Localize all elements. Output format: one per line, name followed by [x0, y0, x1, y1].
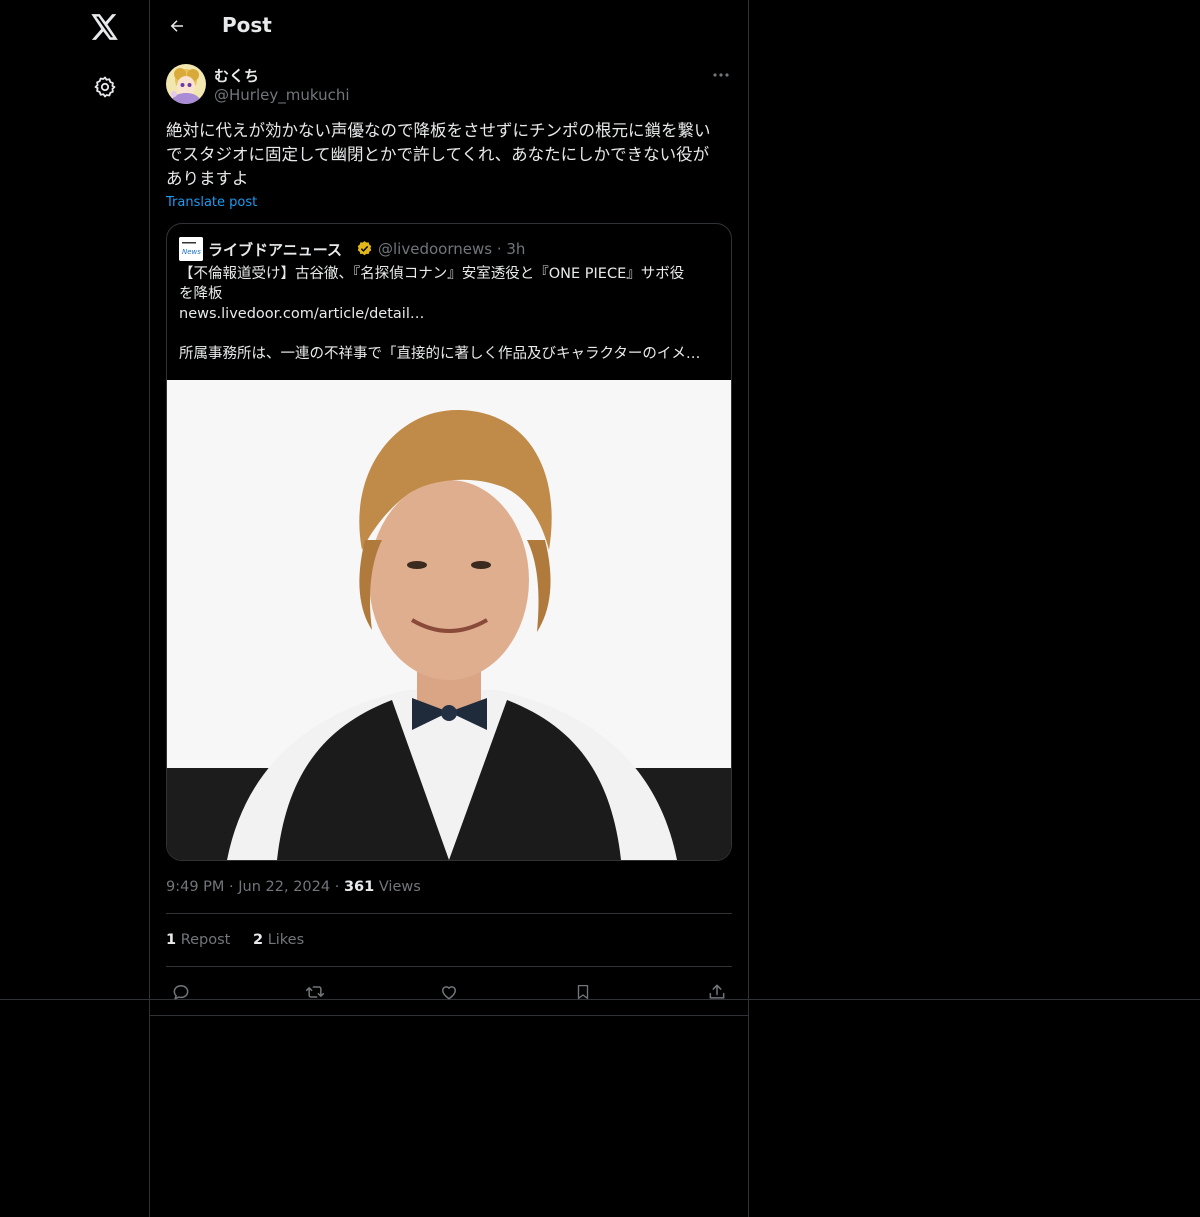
share-icon[interactable]	[705, 980, 729, 1004]
post-meta: 9:49 PM · Jun 22, 2024 · 361 Views	[166, 879, 421, 895]
quoted-source-meta: @livedoornews · 3h	[378, 240, 526, 258]
reposts-stat[interactable]: 1 Repost	[166, 932, 230, 948]
svg-text:News: News	[182, 248, 201, 256]
likes-stat[interactable]: 2 Likes	[253, 932, 304, 948]
quoted-post-text: 【不倫報道受け】古谷徹、『名探偵コナン』安室透役と『ONE PIECE』サボ役 …	[179, 264, 719, 364]
quoted-post-card[interactable]: News ライブドアニュース @livedoornews · 3h 【不倫報道受…	[166, 223, 732, 861]
author-display-name[interactable]: むくち	[214, 65, 259, 86]
x-logo-icon[interactable]	[89, 11, 121, 43]
bookmark-icon[interactable]	[571, 980, 595, 1004]
quoted-link[interactable]: news.livedoor.com/article/detail…	[179, 304, 719, 324]
post-actions	[166, 980, 732, 1004]
post-author: むくち @Hurley_mukuchi	[166, 64, 732, 108]
left-navigation	[0, 0, 149, 1217]
column-divider-right	[748, 0, 749, 1217]
quoted-post-time: 3h	[506, 240, 526, 258]
reposts-count: 1	[166, 932, 177, 948]
post-bottom-border	[149, 1015, 749, 1016]
quoted-headline-line2: を降板	[179, 286, 223, 302]
more-icon	[713, 73, 729, 77]
quoted-excerpt: 所属事務所は、一連の不祥事で「直接的に著しく作品及びキャラクターのイメ…	[179, 346, 701, 362]
likes-count: 2	[252, 932, 264, 948]
divider	[166, 913, 732, 914]
post-text: 絶対に代えが効かない声優なので降板をさせずにチンポの根元に鎖を繋い でスタジオに…	[166, 121, 711, 188]
avatar[interactable]	[166, 64, 206, 104]
meta-separator: ·	[334, 879, 344, 895]
arrow-left-icon	[170, 20, 183, 32]
page-title: Post	[222, 13, 272, 37]
livedoor-news-logo-icon: News	[179, 237, 203, 261]
like-icon[interactable]	[437, 980, 461, 1004]
quoted-post-image[interactable]	[167, 380, 731, 860]
more-options-button[interactable]	[710, 66, 732, 84]
quoted-source-handle: @livedoornews	[378, 240, 493, 258]
quoted-text-spacer	[179, 324, 719, 344]
meta-separator: ·	[229, 879, 239, 895]
reply-icon[interactable]	[169, 980, 193, 1004]
post-date[interactable]: Jun 22, 2024	[238, 879, 330, 895]
post-stats: 1 Repost 2 Likes	[166, 932, 322, 948]
views-label: Views	[378, 879, 421, 895]
back-button[interactable]	[164, 13, 190, 39]
translate-post-link[interactable]: Translate post	[166, 195, 257, 210]
divider	[166, 966, 732, 967]
gear-icon[interactable]	[91, 73, 119, 101]
reposts-label: Repost	[180, 932, 231, 948]
verified-badge-icon	[356, 240, 373, 257]
quoted-post-header: News ライブドアニュース @livedoornews · 3h	[179, 236, 719, 261]
post-time[interactable]: 9:49 PM	[166, 879, 224, 895]
quoted-headline-line1: 【不倫報道受け】古谷徹、『名探偵コナン』安室透役と『ONE PIECE』サボ役	[179, 266, 685, 282]
views-count: 361	[343, 879, 375, 895]
likes-label: Likes	[267, 932, 305, 948]
x-post-page: Post むくち @Hurley_mukuchi 絶対に代えが効かない声優なので…	[0, 0, 1200, 1217]
author-handle[interactable]: @Hurley_mukuchi	[214, 86, 350, 104]
column-divider-left	[149, 0, 150, 1217]
quoted-source-name: ライブドアニュース	[208, 241, 342, 259]
repost-icon[interactable]	[303, 980, 327, 1004]
post-header: Post	[150, 0, 748, 54]
